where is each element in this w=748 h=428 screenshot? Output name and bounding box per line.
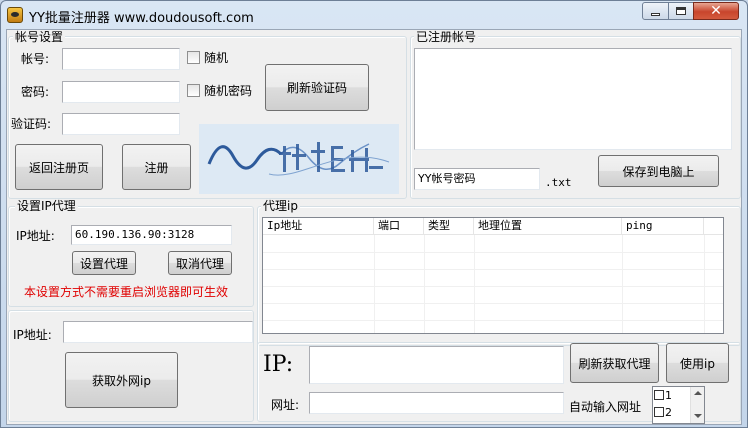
random-label[interactable]: 随机 (204, 51, 228, 65)
grid-line (263, 252, 723, 253)
username-input[interactable] (62, 48, 180, 70)
close-button[interactable]: ✕ (693, 2, 739, 20)
save-to-computer-button[interactable]: 保存到电脑上 (598, 155, 719, 187)
captcha-label: 验证码: (11, 117, 52, 131)
grid-line (704, 235, 705, 333)
window-title: YY批量注册器 www.doudousoft.com (29, 11, 254, 26)
client-area: 帐号设置 帐号: 随机 密码: 随机密码 刷新验证码 验证码: 返回注册页 注册 (6, 29, 742, 425)
password-input[interactable] (62, 81, 180, 103)
grid-line (263, 320, 723, 321)
proxy-notice: 本设置方式不需要重启浏览器即可生效 (24, 285, 229, 299)
password-label: 密码: (21, 85, 50, 99)
proxy-list-header: Ip地址 端口 类型 地理位置 ping (263, 218, 723, 235)
captcha-image[interactable] (199, 124, 399, 194)
external-ip-input[interactable] (63, 321, 253, 343)
maximize-button[interactable] (668, 2, 694, 20)
auto-list-scrollbar[interactable] (690, 387, 704, 423)
save-file-extension: .txt (545, 176, 572, 189)
bottom-ip-label: IP: (263, 352, 294, 377)
list-checkbox[interactable] (654, 390, 664, 400)
set-proxy-button[interactable]: 设置代理 (72, 251, 136, 275)
captcha-input[interactable] (62, 113, 180, 135)
minimize-icon (651, 12, 660, 16)
proxy-list-legend: 代理ip (261, 199, 300, 213)
use-ip-button[interactable]: 使用ip (666, 343, 729, 383)
account-settings-legend: 帐号设置 (13, 30, 66, 44)
proxy-ip-input[interactable]: 60.190.136.90:3128 (71, 225, 232, 245)
auto-list-item[interactable]: 1 (654, 389, 672, 403)
cancel-proxy-button[interactable]: 取消代理 (168, 251, 232, 275)
grid-line (424, 235, 425, 333)
column-header-ip[interactable]: Ip地址 (263, 218, 374, 235)
url-label: 网址: (271, 398, 300, 412)
random-password-checkbox[interactable] (187, 84, 200, 97)
register-button[interactable]: 注册 (122, 144, 191, 190)
registered-accounts-textarea[interactable] (414, 48, 732, 150)
username-label: 帐号: (21, 52, 50, 66)
external-ip-label: IP地址: (13, 328, 52, 342)
app-icon (7, 7, 23, 23)
grid-line (374, 235, 375, 333)
registered-accounts-legend: 已注册帐号 (414, 30, 479, 44)
grid-line (474, 235, 475, 333)
column-header-type[interactable]: 类型 (424, 218, 474, 235)
random-checkbox[interactable] (187, 51, 200, 64)
grid-line (622, 235, 623, 333)
bottom-ip-input[interactable] (309, 346, 564, 384)
proxy-list-table[interactable]: Ip地址 端口 类型 地理位置 ping (262, 217, 724, 334)
list-checkbox[interactable] (654, 407, 664, 417)
random-password-label[interactable]: 随机密码 (204, 84, 252, 98)
maximize-icon (676, 7, 686, 15)
auto-list-item[interactable]: 2 (654, 406, 672, 420)
auto-input-list[interactable]: 1 2 (652, 386, 705, 424)
refresh-proxy-button[interactable]: 刷新获取代理 (570, 343, 659, 383)
grid-line (263, 286, 723, 287)
app-window: YY批量注册器 www.doudousoft.com ✕ 帐号设置 帐号: 随机… (0, 0, 748, 428)
save-file-name-input[interactable]: YY帐号密码 (414, 168, 540, 190)
minimize-button[interactable] (642, 2, 669, 20)
scroll-up-icon[interactable] (694, 391, 702, 395)
column-header-port[interactable]: 端口 (374, 218, 424, 235)
get-external-ip-button[interactable]: 获取外网ip (65, 352, 178, 408)
column-header-ping[interactable]: ping (622, 218, 704, 235)
title-bar[interactable]: YY批量注册器 www.doudousoft.com ✕ (1, 1, 747, 29)
grid-line (263, 303, 723, 304)
back-to-register-button[interactable]: 返回注册页 (15, 144, 103, 190)
grid-line (263, 269, 723, 270)
column-header-location[interactable]: 地理位置 (474, 218, 622, 235)
captcha-wave-icon (207, 142, 390, 176)
ip-proxy-legend: 设置IP代理 (15, 199, 78, 213)
close-icon: ✕ (710, 3, 722, 19)
refresh-captcha-button[interactable]: 刷新验证码 (265, 64, 369, 111)
scroll-down-icon[interactable] (694, 414, 702, 418)
proxy-ip-label: IP地址: (16, 229, 55, 243)
auto-input-label: 自动输入网址 (569, 400, 642, 414)
url-input[interactable] (309, 392, 564, 414)
